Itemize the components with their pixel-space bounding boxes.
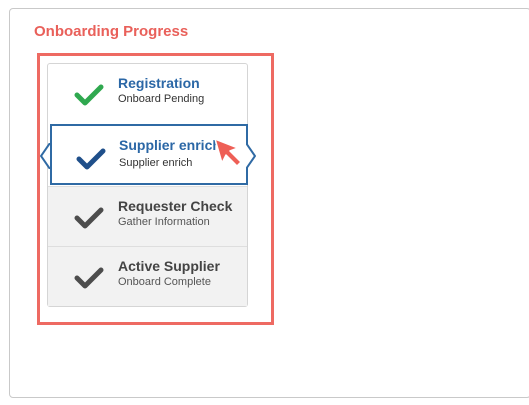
step-subtitle: Onboard Complete: [118, 276, 211, 288]
step-subtitle: Supplier enrich: [119, 157, 193, 169]
step-title: Requester Check: [118, 198, 233, 214]
chevron-right-notch: [246, 143, 256, 169]
checkmark-icon: [74, 207, 104, 229]
chevron-left-notch: [40, 143, 50, 169]
checkmark-icon: [74, 84, 104, 106]
step-subtitle: Onboard Pending: [118, 93, 205, 105]
step-active-supplier[interactable]: Active Supplier Onboard Complete: [48, 246, 247, 306]
checkmark-icon: [74, 267, 104, 289]
step-registration[interactable]: Registration Onboard Pending: [48, 64, 247, 124]
panel-title: Onboarding Progress: [34, 23, 189, 40]
checkmark-icon: [76, 148, 106, 170]
step-requester-check[interactable]: Requester Check Gather Information: [48, 186, 247, 246]
steps-list: Registration Onboard Pending Requester C…: [47, 63, 248, 307]
step-subtitle: Gather Information: [118, 216, 210, 228]
step-title: Supplier enrich: [119, 137, 221, 153]
pointer-arrow-icon: [214, 138, 242, 167]
step-title: Registration: [118, 75, 200, 91]
step-title: Active Supplier: [118, 258, 220, 274]
